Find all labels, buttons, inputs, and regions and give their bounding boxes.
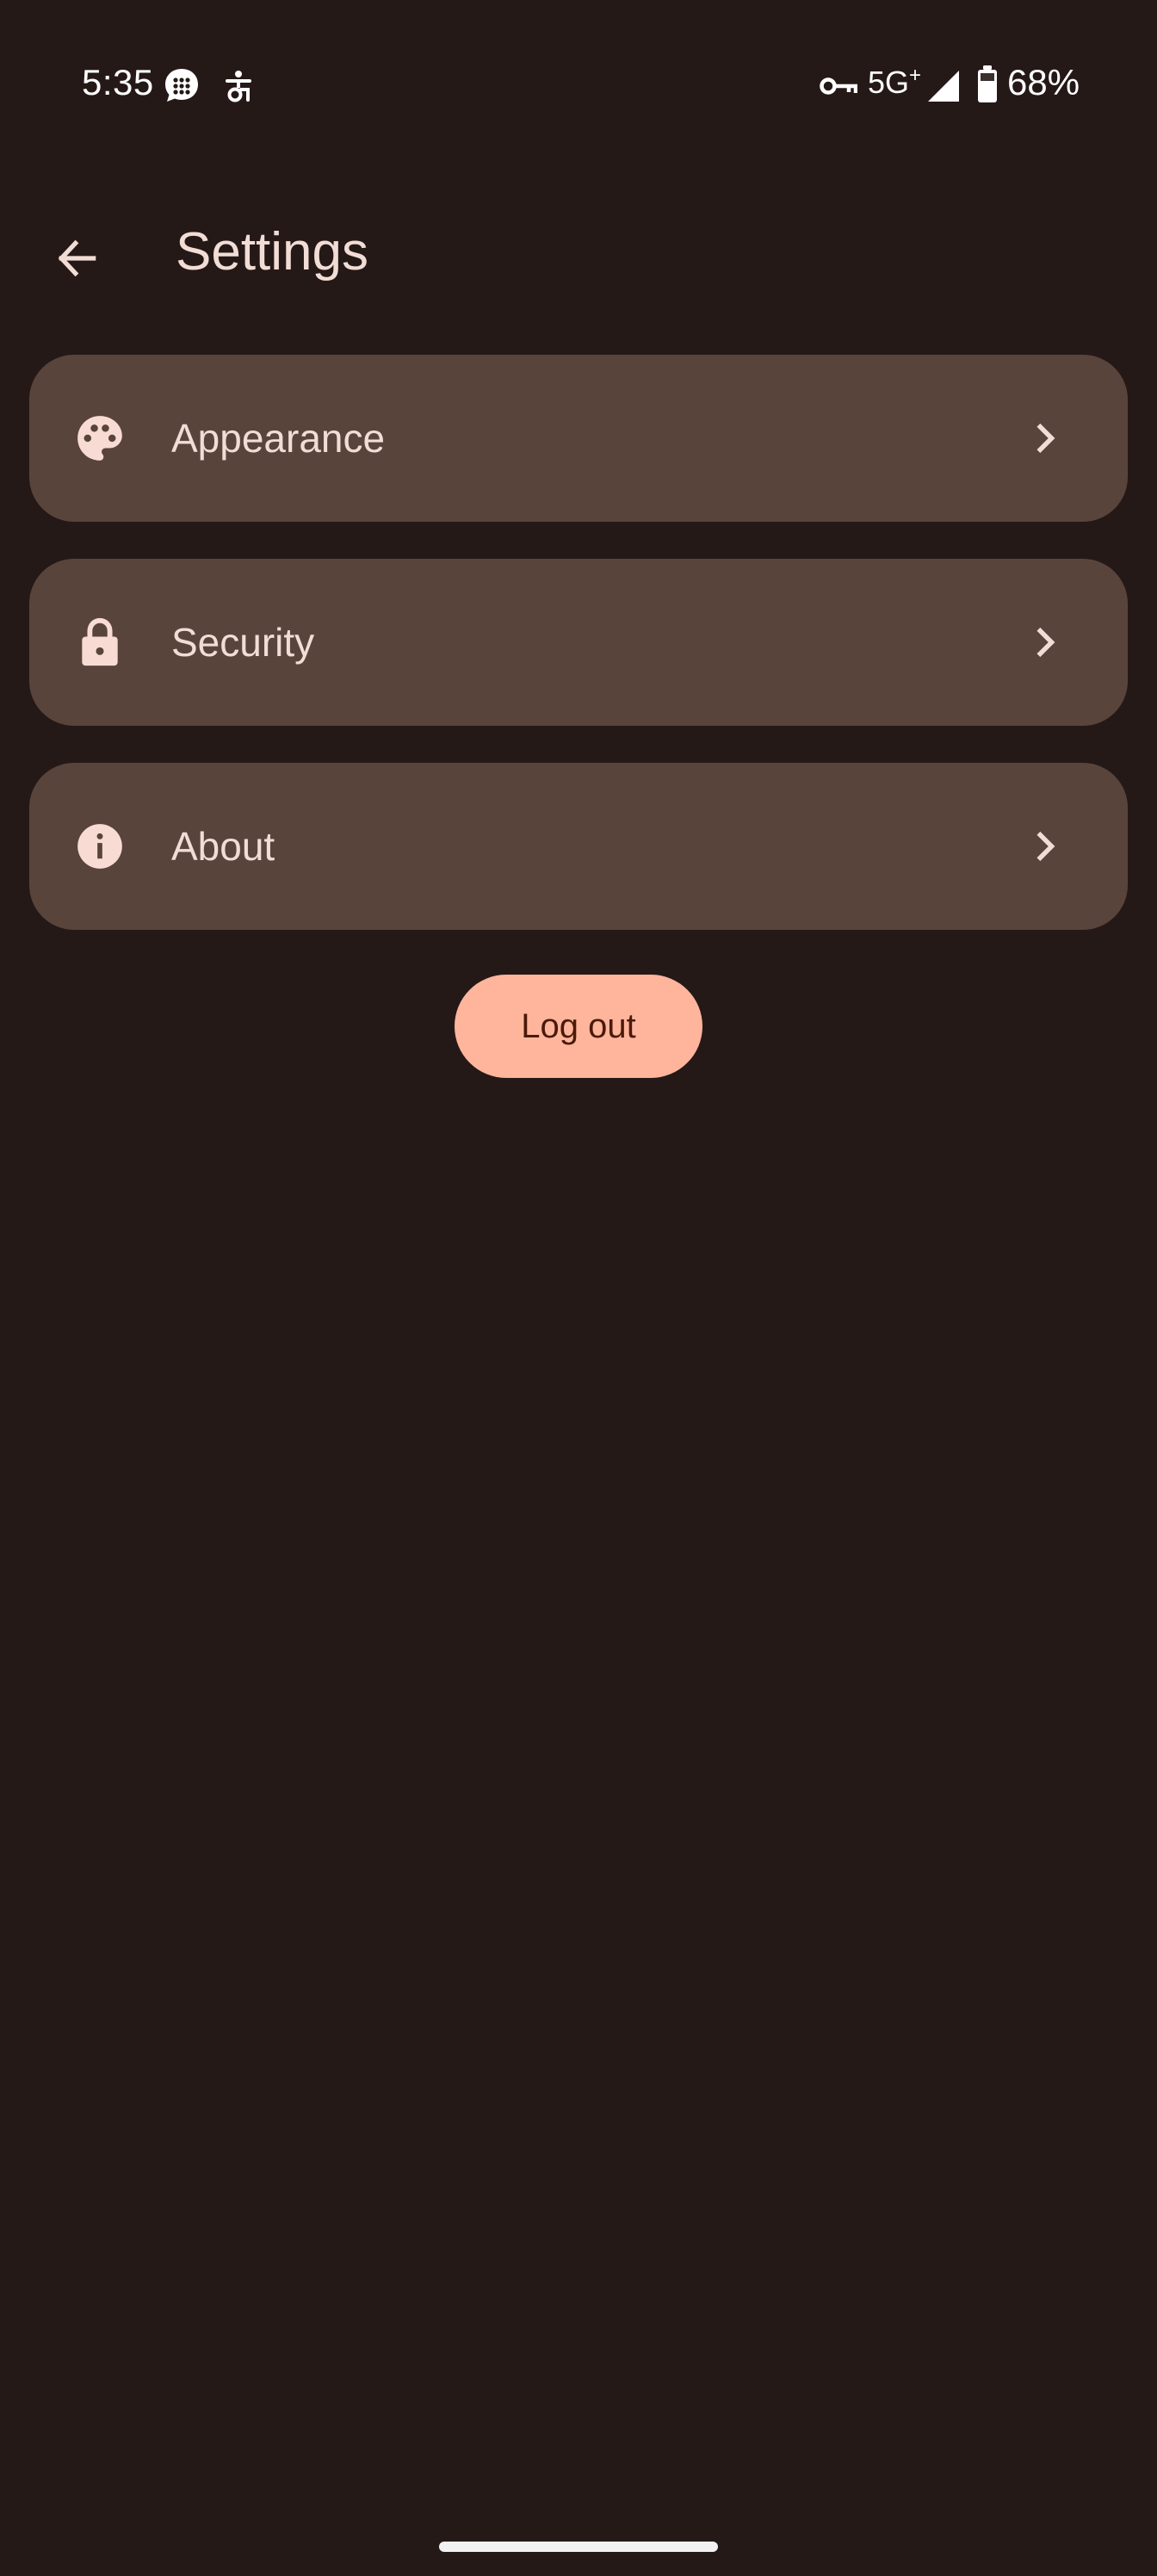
- signal-icon: [928, 71, 959, 102]
- settings-item-label: Appearance: [171, 416, 386, 461]
- status-time: 5:35: [82, 62, 154, 102]
- settings-item-label: Security: [171, 620, 315, 665]
- logout-button[interactable]: Log out: [455, 975, 702, 1078]
- data-saver-icon: [226, 71, 251, 102]
- top-app-bar: Settings: [0, 202, 1157, 306]
- network-type: 5G+: [868, 64, 922, 100]
- palette-icon: [72, 411, 127, 466]
- lock-icon: [72, 615, 127, 670]
- gesture-nav-handle[interactable]: [439, 2542, 718, 2552]
- chevron-right-icon: [1036, 831, 1055, 862]
- settings-item-security[interactable]: Security: [29, 559, 1128, 726]
- settings-list: Appearance Security About: [29, 355, 1128, 967]
- settings-item-about[interactable]: About: [29, 763, 1128, 930]
- chevron-right-icon: [1036, 627, 1055, 658]
- battery-percent: 68%: [1007, 62, 1080, 102]
- settings-screen: 5:35 5G+ 68% Settings Appearance Securit…: [0, 0, 1157, 2576]
- chevron-right-icon: [1036, 423, 1055, 454]
- settings-item-appearance[interactable]: Appearance: [29, 355, 1128, 522]
- settings-item-label: About: [171, 824, 275, 869]
- info-icon: [72, 819, 127, 874]
- messages-icon: [165, 69, 198, 102]
- page-title: Settings: [176, 222, 369, 282]
- battery-icon: [978, 65, 997, 102]
- status-bar: 5:35 5G+ 68%: [0, 0, 1157, 172]
- arrow-back-icon: [58, 239, 96, 277]
- back-button[interactable]: [34, 215, 121, 301]
- vpn-key-icon: [820, 77, 857, 95]
